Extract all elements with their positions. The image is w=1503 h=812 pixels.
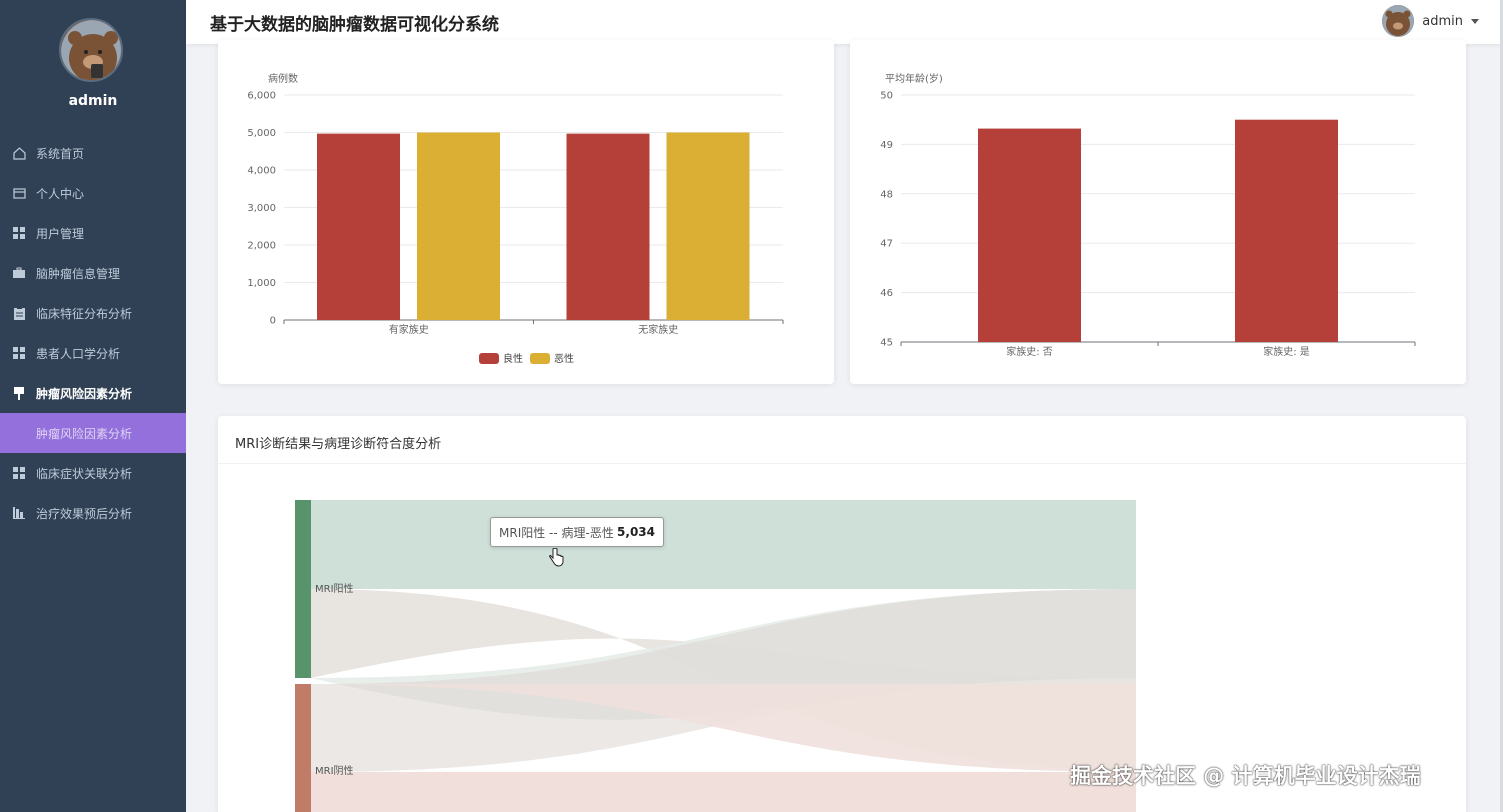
sidebar-item-label: 临床特征分布分析 bbox=[36, 306, 133, 321]
y-tick-label: 0 bbox=[270, 316, 276, 327]
y-tick-label: 3,000 bbox=[247, 203, 276, 214]
y-tick-label: 5,000 bbox=[247, 128, 276, 139]
sidebar-item-label: 用户管理 bbox=[36, 226, 85, 241]
tooltip-label: MRI阳性 -- 病理-恶性 bbox=[499, 525, 614, 540]
sidebar-item-home[interactable]: 系统首页 bbox=[0, 133, 186, 173]
avatar[interactable] bbox=[1382, 5, 1415, 37]
briefcase-icon bbox=[12, 266, 26, 280]
grid-icon bbox=[12, 466, 26, 480]
sidebar-item-label: 治疗效果预后分析 bbox=[36, 506, 133, 521]
sidebar: admin 系统首页 个人中心 用户管理 脑肿瘤信息管理 临床特征分布分析 患者… bbox=[0, 0, 186, 812]
sankey-link[interactable] bbox=[311, 772, 1136, 812]
chart-card-avg-age: 平均年龄(岁) 45 46 47 48 49 50 家族史: 否 家族史: 是 bbox=[850, 40, 1466, 384]
legend-swatch[interactable] bbox=[479, 353, 499, 364]
chart-card-sankey: MRI诊断结果与病理诊断符合度分析 MRI阳性 MRI阴性 bbox=[218, 416, 1466, 812]
y-tick-label: 45 bbox=[880, 338, 893, 349]
x-tick-label: 家族史: 否 bbox=[1006, 345, 1053, 358]
chart-card-family-history: 病例数 0 1,000 2,000 3,000 4,000 5,000 6,000 有家族史 无家… bbox=[218, 40, 834, 384]
user-name[interactable]: admin bbox=[1422, 14, 1463, 29]
bar[interactable] bbox=[1235, 119, 1338, 342]
sidebar-item-label: 临床症状关联分析 bbox=[36, 466, 133, 481]
bar-chart-family-history: 病例数 0 1,000 2,000 3,000 4,000 5,000 6,000 有家族史 无家… bbox=[247, 72, 784, 365]
chart-tooltip: MRI阳性 -- 病理-恶性 5,034 bbox=[490, 517, 664, 547]
sidebar-item-treatment[interactable]: 治疗效果预后分析 bbox=[0, 493, 186, 533]
sidebar-subitem-label: 肿瘤风险因素分析 bbox=[36, 426, 133, 441]
x-tick-label: 有家族史 bbox=[389, 323, 429, 336]
sidebar-item-label: 系统首页 bbox=[36, 146, 85, 161]
pin-icon bbox=[12, 386, 26, 400]
grid-icon bbox=[12, 346, 26, 360]
sidebar-item-risk-factors[interactable]: 肿瘤风险因素分析 bbox=[0, 373, 186, 413]
y-tick-label: 2,000 bbox=[247, 241, 276, 252]
sidebar-item-users[interactable]: 用户管理 bbox=[0, 213, 186, 253]
sidebar-item-label: 脑肿瘤信息管理 bbox=[36, 266, 121, 281]
sankey-node[interactable] bbox=[295, 684, 311, 812]
avatar[interactable] bbox=[59, 18, 123, 82]
y-tick-label: 47 bbox=[880, 239, 893, 250]
sidebar-item-symptoms[interactable]: 临床症状关联分析 bbox=[0, 453, 186, 493]
y-tick-label: 1,000 bbox=[247, 278, 276, 289]
legend-swatch[interactable] bbox=[530, 353, 550, 364]
y-tick-label: 4,000 bbox=[247, 166, 276, 177]
sidebar-item-label: 个人中心 bbox=[36, 186, 85, 201]
y-tick-label: 48 bbox=[880, 189, 893, 200]
caret-down-icon[interactable] bbox=[1471, 18, 1479, 24]
bar[interactable] bbox=[666, 132, 750, 321]
y-tick-label: 6,000 bbox=[247, 91, 276, 102]
y-axis-label: 病例数 bbox=[268, 72, 298, 85]
tooltip-value: 5,034 bbox=[617, 525, 655, 539]
user-menu[interactable]: admin bbox=[1382, 5, 1479, 37]
sidebar-item-label: 肿瘤风险因素分析 bbox=[36, 386, 133, 401]
sankey-node-label: MRI阳性 bbox=[315, 582, 354, 595]
y-tick-label: 46 bbox=[880, 288, 893, 299]
home-icon bbox=[12, 146, 26, 160]
profile-icon bbox=[12, 186, 26, 200]
y-tick-label: 50 bbox=[880, 91, 893, 102]
sankey-chart: MRI阳性 MRI阴性 bbox=[295, 500, 1136, 812]
bar[interactable] bbox=[417, 132, 500, 321]
legend-label[interactable]: 恶性 bbox=[554, 352, 574, 365]
bar[interactable] bbox=[978, 128, 1081, 342]
sankey-node-label: MRI阴性 bbox=[315, 764, 354, 777]
legend-label[interactable]: 良性 bbox=[503, 352, 523, 365]
y-tick-label: 49 bbox=[880, 140, 893, 151]
x-tick-label: 家族史: 是 bbox=[1263, 345, 1310, 358]
sidebar-subitem-risk-factors[interactable]: 肿瘤风险因素分析 bbox=[0, 413, 186, 453]
sidebar-item-tumor-info[interactable]: 脑肿瘤信息管理 bbox=[0, 253, 186, 293]
sidebar-item-demographics[interactable]: 患者人口学分析 bbox=[0, 333, 186, 373]
sankey-link[interactable] bbox=[311, 500, 1136, 589]
sidebar-item-label: 患者人口学分析 bbox=[36, 346, 121, 361]
page-title: 基于大数据的脑肿瘤数据可视化分系统 bbox=[210, 15, 499, 35]
x-tick-label: 无家族史 bbox=[638, 323, 678, 336]
y-axis-label: 平均年龄(岁) bbox=[885, 72, 943, 85]
top-header: 基于大数据的脑肿瘤数据可视化分系统 admin bbox=[186, 0, 1503, 44]
hand-cursor-icon bbox=[549, 548, 564, 567]
sidebar-username: admin bbox=[68, 93, 118, 109]
sidebar-item-profile[interactable]: 个人中心 bbox=[0, 173, 186, 213]
sankey-node[interactable] bbox=[295, 500, 311, 678]
clipboard-icon bbox=[12, 306, 26, 320]
bar-chart-icon bbox=[12, 506, 26, 520]
sidebar-item-clinical-features[interactable]: 临床特征分布分析 bbox=[0, 293, 186, 333]
grid-icon bbox=[12, 226, 26, 240]
bar-chart-avg-age: 平均年龄(岁) 45 46 47 48 49 50 家族史: 否 家族史: 是 bbox=[880, 72, 1416, 358]
watermark: 掘金技术社区 @ 计算机毕业设计杰瑞 bbox=[1070, 764, 1421, 788]
bar[interactable] bbox=[317, 133, 400, 320]
bar[interactable] bbox=[566, 133, 650, 320]
sidebar-menu: 系统首页 个人中心 用户管理 脑肿瘤信息管理 临床特征分布分析 患者人口学分析 … bbox=[0, 133, 186, 533]
